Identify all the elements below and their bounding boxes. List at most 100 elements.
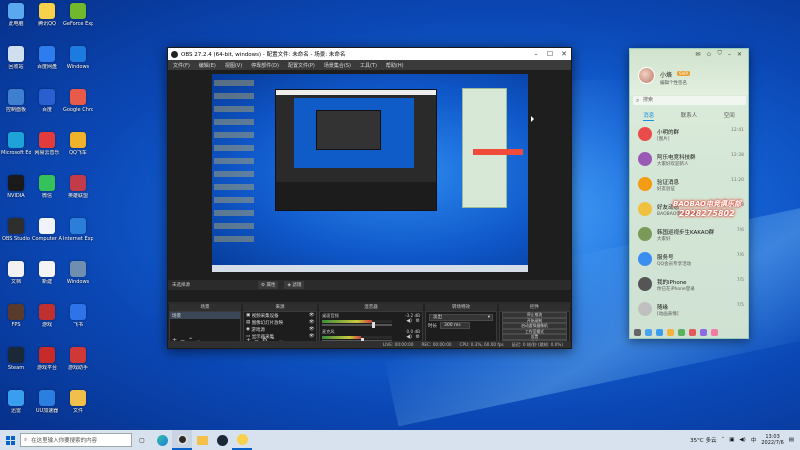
task-view-icon[interactable]: ▢ bbox=[132, 430, 152, 450]
menu-tools[interactable]: 工具(T) bbox=[360, 62, 377, 69]
preview-canvas[interactable]: 未选择源 ⚙ 属性 ◈ 滤镜 bbox=[168, 70, 571, 302]
speaker-icon[interactable]: ◀) bbox=[406, 318, 412, 324]
menu-scene-collection[interactable]: 场景集合(S) bbox=[324, 62, 351, 69]
minimize-button[interactable]: – bbox=[529, 48, 543, 60]
desktop-icon[interactable]: 飞书 bbox=[63, 304, 93, 328]
app-icon[interactable] bbox=[678, 328, 685, 336]
menu-docks[interactable]: 停靠部件(D) bbox=[251, 62, 279, 69]
desktop-icon[interactable]: 文件 bbox=[63, 390, 93, 414]
tab-contacts[interactable]: 联系人 bbox=[681, 111, 698, 121]
taskbar-search[interactable]: ⌕ 在这里输入你要搜索的内容 bbox=[20, 433, 132, 447]
conversation-item[interactable]: 小明的群 [图片] 12:41 bbox=[630, 123, 748, 147]
desktop-icon[interactable]: 游戏平台 bbox=[32, 347, 62, 371]
desktop-icon[interactable]: 英雄联盟 bbox=[63, 175, 93, 199]
desktop-icon[interactable]: Windows bbox=[63, 46, 93, 70]
shirt-icon[interactable]: ⛉ bbox=[717, 50, 722, 58]
close-button[interactable]: ✕ bbox=[737, 51, 742, 58]
clock[interactable]: 13:03 2022/7/6 bbox=[761, 434, 783, 446]
avatar[interactable] bbox=[638, 67, 655, 84]
tab-messages[interactable]: 消息 bbox=[643, 111, 655, 121]
conversation-item[interactable]: 随缘 [动画表情] 7/5 bbox=[630, 298, 748, 322]
search-input[interactable]: 搜索 bbox=[633, 96, 746, 105]
steam-taskbar-icon[interactable] bbox=[212, 430, 232, 450]
source-item[interactable]: ▣ 视频采集设备 👁 bbox=[244, 312, 316, 319]
obs-titlebar[interactable]: OBS 27.2.4 (64-bit, windows) - 配置文件: 未命名… bbox=[168, 48, 571, 60]
desktop-icon[interactable]: GeForce Experience bbox=[63, 3, 93, 27]
desktop-icon[interactable]: 新建 bbox=[32, 261, 62, 285]
desktop-icon[interactable]: Windows bbox=[63, 261, 93, 285]
desktop-icon[interactable]: 百度 bbox=[32, 89, 62, 113]
explorer-taskbar-icon[interactable] bbox=[192, 430, 212, 450]
desktop-icon[interactable]: Internet Explorer bbox=[63, 218, 93, 242]
desktop-icon[interactable]: 游戏 bbox=[32, 304, 62, 328]
speaker-icon[interactable]: ◀) bbox=[406, 334, 412, 340]
volume-icon[interactable]: ◀) bbox=[739, 437, 745, 443]
start-button[interactable] bbox=[0, 430, 20, 450]
menu-profile[interactable]: 配置文件(P) bbox=[288, 62, 315, 69]
desktop-icon[interactable]: 网易云音乐 bbox=[32, 132, 62, 156]
network-icon[interactable]: ▣ bbox=[729, 437, 734, 443]
ime-icon[interactable]: 中 bbox=[751, 436, 757, 444]
source-item[interactable]: ◉ 游戏源 👁 bbox=[244, 326, 316, 333]
menu-file[interactable]: 文件(F) bbox=[173, 62, 190, 69]
menu-edit[interactable]: 编辑(E) bbox=[199, 62, 216, 69]
scene-item[interactable]: 场景 bbox=[170, 312, 240, 319]
edge-taskbar-icon[interactable] bbox=[152, 430, 172, 450]
filters-button[interactable]: ◈ 滤镜 bbox=[284, 281, 305, 289]
transition-select[interactable]: 淡出 ▾ bbox=[429, 314, 493, 321]
desktop-icon[interactable]: FPS bbox=[1, 304, 31, 328]
desktop-icon[interactable]: Google Chrome bbox=[63, 89, 93, 113]
app-icon[interactable] bbox=[711, 328, 718, 336]
star-icon[interactable]: ✩ bbox=[706, 51, 711, 58]
desktop-icon[interactable]: 回收站 bbox=[1, 46, 31, 70]
conversation-item[interactable]: 韩国巡视步生KAKAO群 大家好 7/6 bbox=[630, 223, 748, 247]
desktop-icon[interactable]: 微信 bbox=[32, 175, 62, 199]
desktop-icon[interactable]: Microsoft Edge bbox=[1, 132, 31, 156]
app-icon[interactable] bbox=[667, 328, 674, 336]
menu-icon[interactable] bbox=[634, 328, 641, 336]
properties-button[interactable]: ⚙ 属性 bbox=[258, 281, 279, 289]
desktop-icon[interactable]: QQ飞车 bbox=[63, 132, 93, 156]
chevron-up-icon[interactable]: ˄ bbox=[721, 437, 724, 443]
duration-input[interactable]: 300 ms bbox=[440, 322, 470, 329]
desktop-icon[interactable]: Steam bbox=[1, 347, 31, 371]
desktop-icon[interactable]: 游戏助手 bbox=[63, 347, 93, 371]
desktop-icon[interactable]: 腾讯QQ bbox=[32, 3, 62, 27]
desktop-icon[interactable]: 控制面板 bbox=[1, 89, 31, 113]
obs-taskbar-icon[interactable] bbox=[172, 430, 192, 450]
conversation-item[interactable]: 服务号 QQ会员专享活动 7/6 bbox=[630, 248, 748, 272]
close-button[interactable]: ✕ bbox=[557, 48, 571, 60]
mail-icon[interactable]: ✉ bbox=[695, 51, 700, 58]
desktop-icon[interactable]: 百度网盘 bbox=[32, 46, 62, 70]
tab-space[interactable]: 空间 bbox=[724, 111, 735, 121]
qq-window[interactable]: ✉ ✩ ⛉ – ✕ 小烙 SVIP 编辑个性签名 搜索 ⌕ 消息 联系人 空间 … bbox=[629, 48, 749, 339]
weather[interactable]: 35°C 多云 bbox=[690, 436, 716, 444]
signature[interactable]: 编辑个性签名 bbox=[660, 80, 687, 86]
source-item[interactable]: ▤ 图像幻灯片放映 👁 bbox=[244, 319, 316, 326]
phone-icon[interactable] bbox=[645, 328, 652, 336]
menu-view[interactable]: 视图(V) bbox=[225, 62, 242, 69]
notification-icon[interactable]: ▤ bbox=[789, 437, 794, 443]
obs-window[interactable]: OBS 27.2.4 (64-bit, windows) - 配置文件: 未命名… bbox=[167, 47, 572, 349]
conversation-item[interactable]: 我的iPhone 你已在iPhone登录 7/5 bbox=[630, 273, 748, 297]
desktop-icon[interactable]: UU加速器 bbox=[32, 390, 62, 414]
gear-icon[interactable]: ⚙ bbox=[416, 334, 420, 340]
visibility-icon[interactable]: 👁 bbox=[309, 327, 316, 332]
menu-help[interactable]: 帮助(H) bbox=[386, 62, 404, 69]
minimize-button[interactable]: – bbox=[728, 51, 731, 58]
qq-app-icon[interactable] bbox=[656, 328, 663, 336]
conversation-item[interactable]: 阿乐电竞科技群 大家好欢迎新人 12:38 bbox=[630, 148, 748, 172]
qq-taskbar-icon[interactable] bbox=[232, 430, 252, 450]
maximize-button[interactable]: ☐ bbox=[543, 48, 557, 60]
desktop-icon[interactable]: 迅雷 bbox=[1, 390, 31, 414]
app-icon[interactable] bbox=[689, 328, 696, 336]
desktop-icon[interactable]: 文档 bbox=[1, 261, 31, 285]
visibility-icon[interactable]: 👁 bbox=[309, 320, 316, 325]
visibility-icon[interactable]: 👁 bbox=[309, 313, 316, 318]
desktop-icon[interactable]: 此电脑 bbox=[1, 3, 31, 27]
visibility-icon[interactable]: 👁 bbox=[309, 334, 316, 339]
desktop-icon[interactable]: OBS Studio bbox=[1, 218, 31, 242]
desktop-icon[interactable]: Computer Aid bbox=[32, 218, 62, 242]
desktop-icon[interactable]: NVIDIA bbox=[1, 175, 31, 199]
app-icon[interactable] bbox=[700, 328, 707, 336]
